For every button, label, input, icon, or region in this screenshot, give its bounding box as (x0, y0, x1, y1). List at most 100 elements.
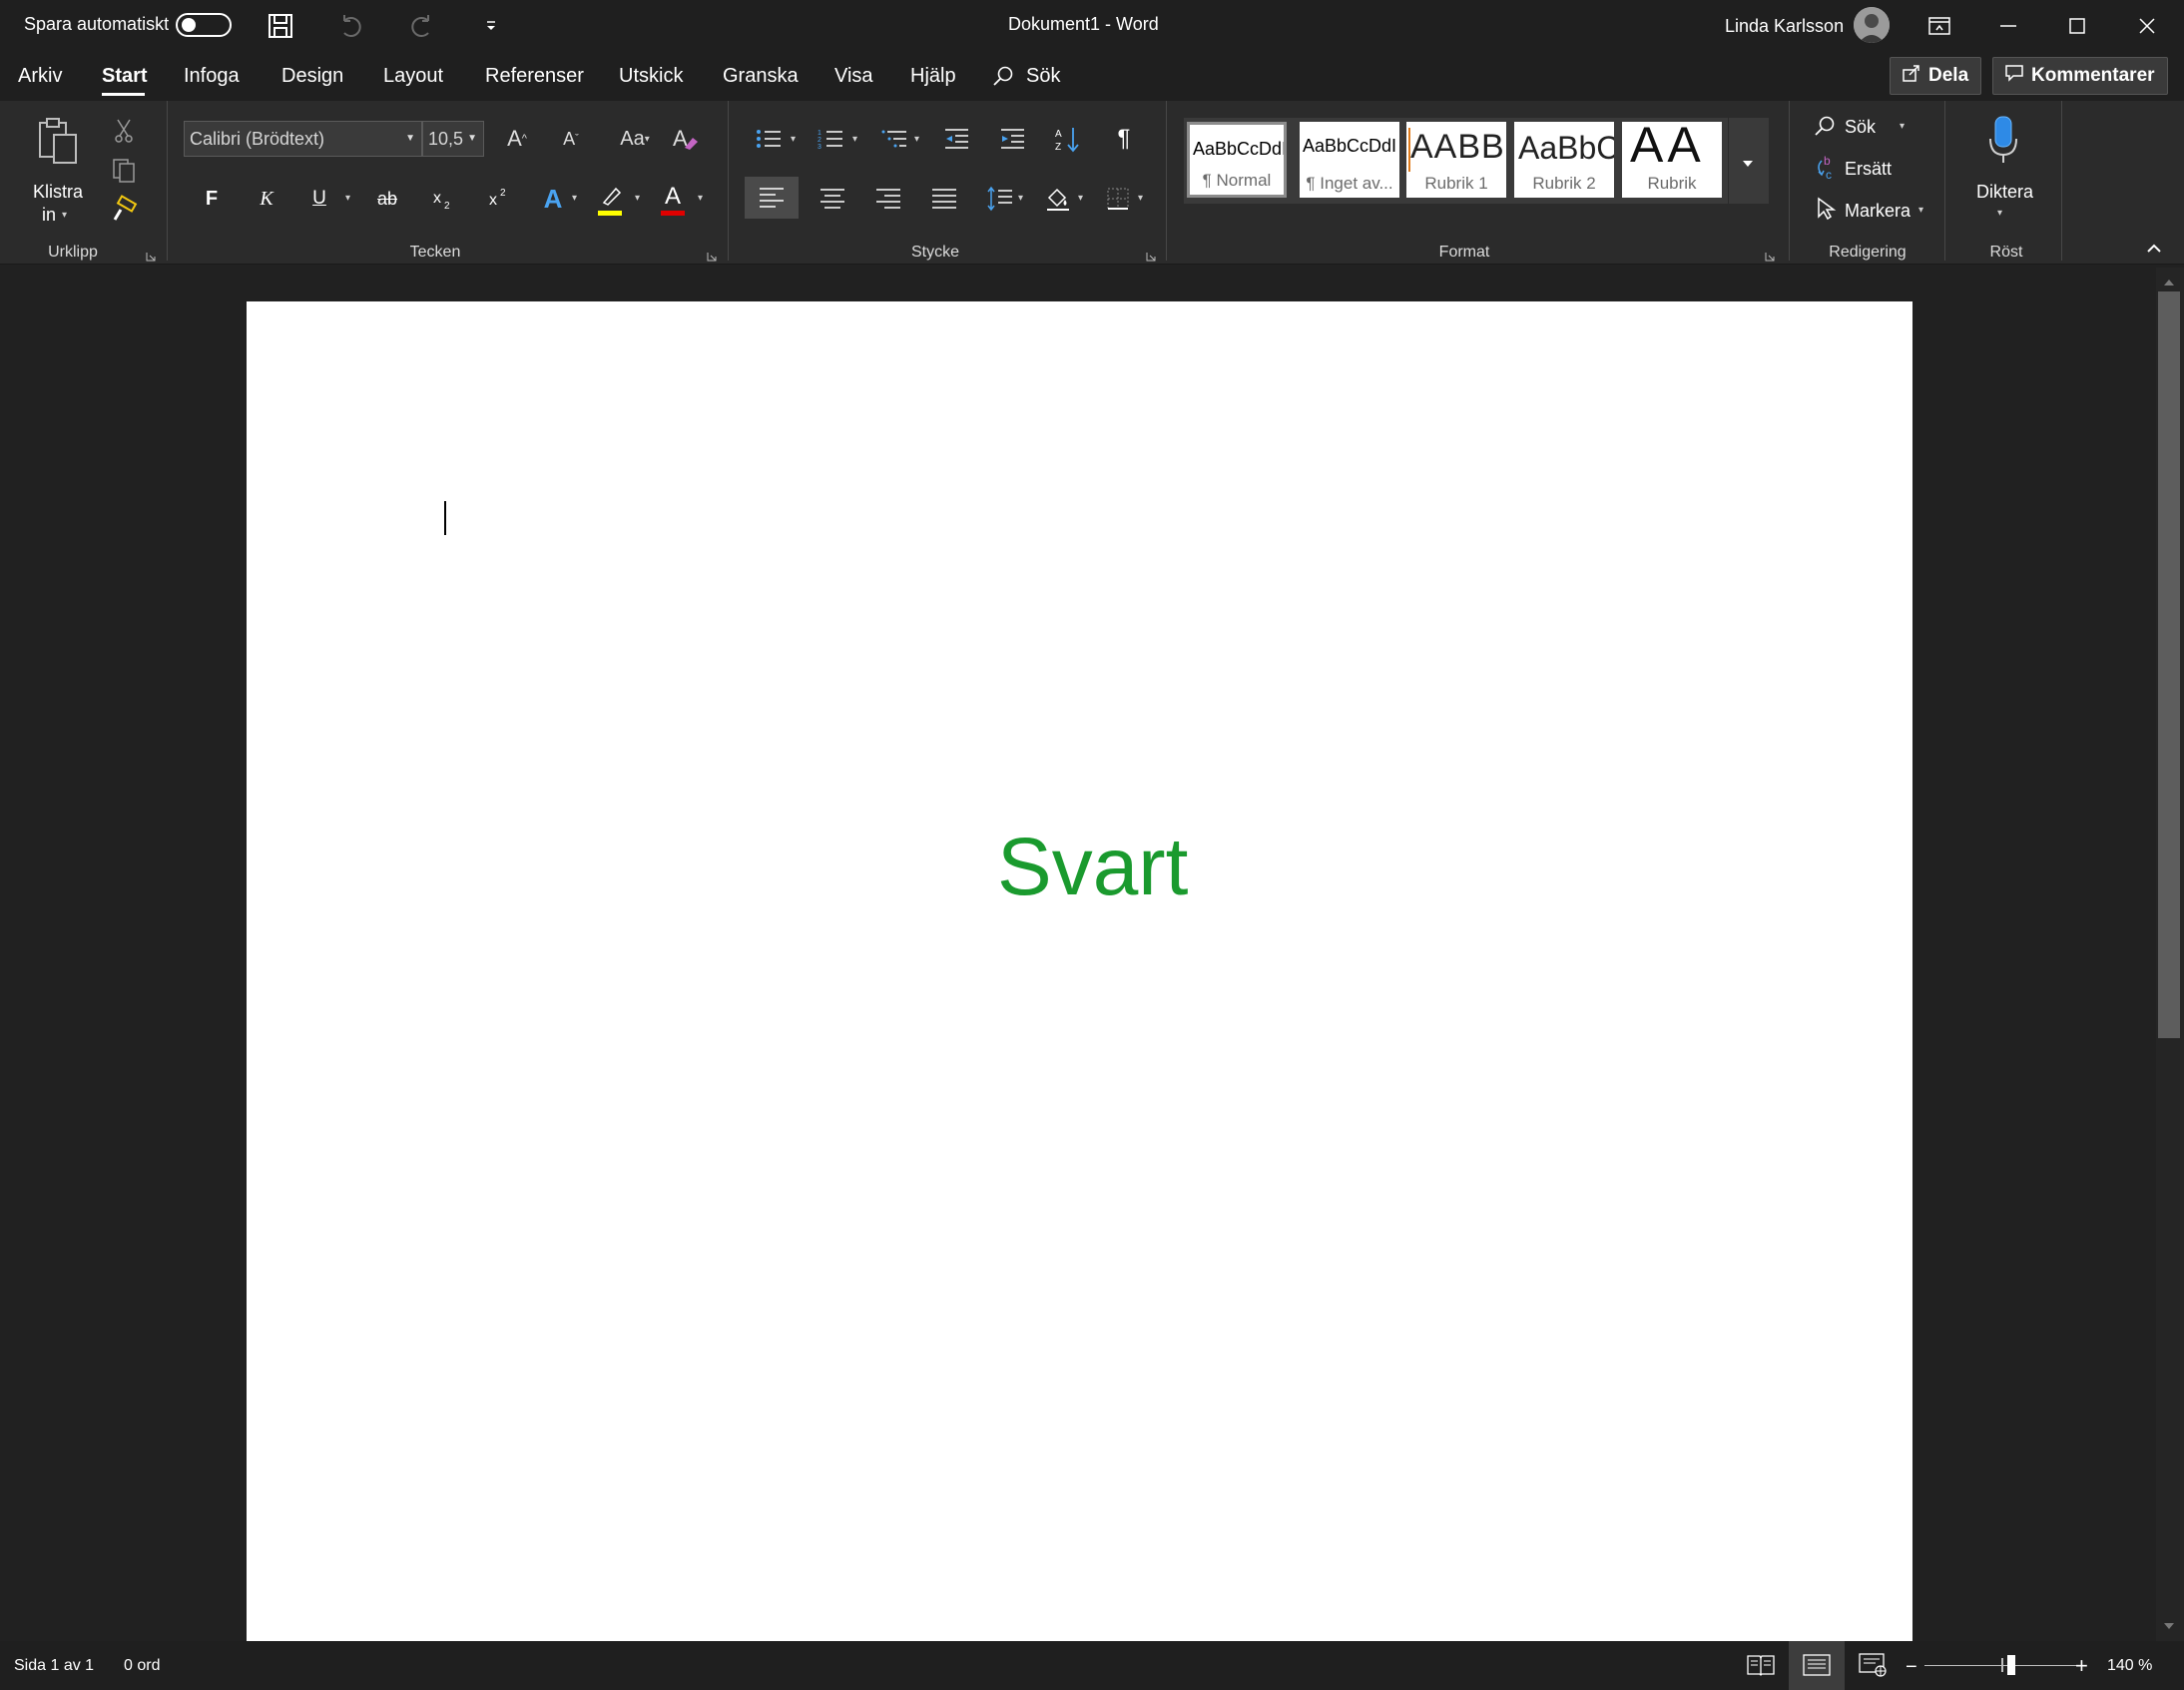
increase-indent-icon[interactable] (994, 121, 1030, 157)
style-title[interactable]: AA Rubrik (1622, 122, 1722, 198)
font-color-dropdown-icon[interactable]: ▾ (698, 193, 703, 204)
shading-icon[interactable] (1040, 181, 1076, 217)
clipboard-dialog-launcher-icon[interactable] (146, 249, 156, 262)
numbering-dropdown-icon[interactable]: ▾ (852, 134, 857, 145)
highlight-color-button[interactable] (594, 183, 630, 219)
paste-button[interactable]: Klistra in ▾ (16, 109, 96, 229)
decrease-indent-icon[interactable] (938, 121, 974, 157)
font-color-button[interactable]: A (657, 181, 693, 219)
underline-dropdown-icon[interactable]: ▾ (345, 193, 350, 204)
clipboard-group: Klistra in ▾ Urklipp (0, 101, 166, 264)
tab-granska[interactable]: Granska (723, 65, 799, 88)
style-heading-2[interactable]: AaBbC Rubrik 2 (1514, 122, 1614, 198)
align-left-button[interactable] (745, 177, 799, 219)
shrink-font-icon[interactable]: Aˇ (553, 121, 589, 157)
styles-group-label: Format (1438, 244, 1490, 261)
scrollbar-thumb[interactable] (2158, 291, 2180, 1038)
web-layout-icon[interactable] (1855, 1647, 1891, 1683)
align-center-icon[interactable] (815, 181, 850, 217)
collapse-ribbon-icon[interactable] (2146, 241, 2162, 259)
style-no-spacing[interactable]: AaBbCcDdI ¶ Inget av... (1300, 122, 1399, 198)
find-dropdown-icon: ▾ (1900, 121, 1906, 132)
dictate-button[interactable]: Diktera ▾ (1955, 109, 2051, 229)
customize-qat-icon[interactable] (473, 8, 509, 44)
bold-button[interactable]: F (194, 181, 230, 217)
font-name-combo[interactable]: Calibri (Brödtext) ▼ (184, 121, 422, 157)
redo-icon[interactable] (403, 8, 439, 44)
font-dialog-launcher-icon[interactable] (707, 249, 717, 262)
highlight-color-bar (598, 211, 622, 216)
styles-dialog-launcher-icon[interactable] (1765, 249, 1775, 262)
tab-utskick[interactable]: Utskick (619, 65, 683, 88)
borders-dropdown-icon[interactable]: ▾ (1138, 193, 1143, 204)
scroll-up-icon[interactable] (2163, 274, 2175, 291)
select-button[interactable]: Markera ▾ (1814, 195, 1943, 225)
page-count[interactable]: Sida 1 av 1 (14, 1657, 94, 1675)
subscript-icon[interactable]: x2 (425, 181, 461, 217)
paragraph-dialog-launcher-icon[interactable] (1146, 249, 1156, 262)
strikethrough-button[interactable]: ab (369, 181, 405, 217)
style-heading-1[interactable]: AABBC Rubrik 1 (1406, 122, 1506, 198)
user-name[interactable]: Linda Karlsson (1725, 16, 1844, 37)
multilevel-dropdown-icon[interactable]: ▾ (914, 134, 919, 145)
paragraph-group-label: Stycke (910, 244, 960, 261)
undo-icon[interactable] (333, 8, 369, 44)
bullets-dropdown-icon[interactable]: ▾ (791, 134, 796, 145)
format-painter-icon[interactable] (106, 193, 142, 229)
multilevel-list-icon[interactable] (876, 121, 912, 157)
clear-formatting-icon[interactable]: A (667, 121, 703, 157)
document-page[interactable]: Svart (247, 301, 1912, 1641)
sort-icon[interactable]: AZ (1050, 121, 1086, 157)
tab-referenser[interactable]: Referenser (485, 65, 584, 88)
scroll-down-icon[interactable] (2163, 1617, 2175, 1635)
find-button[interactable]: Sök ▾ (1814, 111, 1923, 141)
font-size-combo[interactable]: 10,5 ▼ (422, 121, 484, 157)
bullets-icon[interactable] (751, 121, 787, 157)
superscript-icon[interactable]: x2 (481, 181, 517, 217)
borders-icon[interactable] (1100, 181, 1136, 217)
text-effects-icon[interactable]: A (535, 181, 571, 217)
word-count[interactable]: 0 ord (124, 1657, 160, 1675)
user-avatar[interactable] (1854, 7, 1890, 43)
save-icon[interactable] (263, 8, 298, 44)
grow-font-icon[interactable]: A ^ (499, 121, 535, 157)
zoom-slider-thumb[interactable] (2007, 1655, 2015, 1675)
align-right-icon[interactable] (870, 181, 906, 217)
styles-gallery-more-button[interactable] (1728, 118, 1769, 204)
text-effects-dropdown-icon[interactable]: ▾ (572, 193, 577, 204)
numbering-icon[interactable]: 123 (813, 121, 848, 157)
maximize-icon[interactable] (2059, 8, 2095, 44)
tab-start[interactable]: Start (102, 65, 148, 88)
justify-icon[interactable] (926, 181, 962, 217)
highlight-dropdown-icon[interactable]: ▾ (635, 193, 640, 204)
show-formatting-marks-icon[interactable]: ¶ (1106, 121, 1142, 157)
shading-dropdown-icon[interactable]: ▾ (1078, 193, 1083, 204)
underline-button[interactable]: U (301, 181, 337, 217)
tab-design[interactable]: Design (281, 65, 343, 88)
comments-button[interactable]: Kommentarer (1992, 57, 2168, 95)
tab-arkiv[interactable]: Arkiv (18, 65, 62, 88)
autosave-toggle[interactable] (176, 13, 232, 37)
line-spacing-dropdown-icon[interactable]: ▾ (1018, 193, 1023, 204)
zoom-level[interactable]: 140 % (2107, 1657, 2152, 1675)
tab-hjalp[interactable]: Hjälp (910, 65, 956, 88)
read-mode-icon[interactable] (1743, 1647, 1779, 1683)
cut-icon[interactable] (106, 113, 142, 149)
italic-button[interactable]: K (249, 181, 284, 217)
tab-infoga[interactable]: Infoga (184, 65, 240, 88)
zoom-in-button[interactable]: + (2075, 1653, 2088, 1679)
ribbon-display-options-icon[interactable] (1921, 8, 1957, 44)
tab-layout[interactable]: Layout (383, 65, 443, 88)
minimize-icon[interactable] (1990, 8, 2026, 44)
document-text[interactable]: Svart (997, 821, 1188, 914)
copy-icon[interactable] (106, 153, 142, 189)
line-spacing-icon[interactable] (982, 181, 1018, 217)
replace-button[interactable]: bc Ersätt (1814, 153, 1923, 183)
zoom-out-button[interactable]: − (1906, 1656, 1917, 1679)
print-layout-button[interactable] (1789, 1641, 1845, 1690)
change-case-icon[interactable]: Aa ▾ (611, 121, 659, 157)
style-normal[interactable]: AaBbCcDdI ¶ Normal (1187, 122, 1287, 198)
tab-visa[interactable]: Visa (834, 65, 873, 88)
share-button[interactable]: Dela (1890, 57, 1982, 95)
close-icon[interactable] (2129, 8, 2165, 44)
